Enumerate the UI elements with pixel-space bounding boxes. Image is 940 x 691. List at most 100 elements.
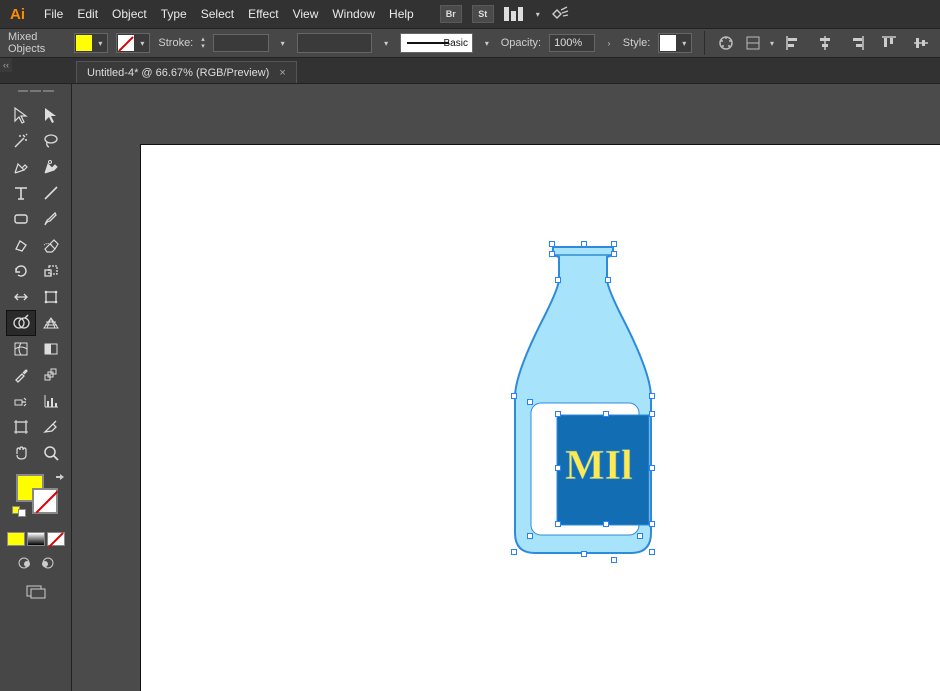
selection-handle[interactable] [605, 277, 611, 283]
selection-handle[interactable] [555, 521, 561, 527]
line-segment-tool[interactable] [36, 180, 66, 206]
selection-tool[interactable] [6, 102, 36, 128]
brush-definition-dropdown[interactable]: Basic [400, 33, 473, 53]
menu-edit[interactable]: Edit [77, 7, 98, 21]
swap-fill-stroke-icon[interactable] [54, 472, 68, 486]
color-mode-none-icon[interactable] [47, 532, 65, 546]
chevron-down-icon[interactable]: ▾ [481, 34, 493, 52]
color-mode-color-icon[interactable] [7, 532, 25, 546]
stroke-width-dropdown-icon[interactable]: ▾ [277, 34, 289, 52]
screen-mode-icon[interactable] [26, 585, 46, 602]
arrow-down-icon[interactable]: ▾ [201, 43, 205, 50]
selection-handle[interactable] [649, 465, 655, 471]
stroke-width-stepper[interactable]: ▴ ▾ [201, 34, 205, 52]
menu-view[interactable]: View [293, 7, 319, 21]
bridge-launch-icon[interactable]: Br [440, 5, 462, 23]
scale-tool[interactable] [36, 258, 66, 284]
variable-width-profile-dropdown[interactable] [297, 33, 373, 53]
column-graph-tool[interactable] [36, 388, 66, 414]
align-right-icon[interactable] [846, 32, 868, 54]
selection-handle[interactable] [603, 411, 609, 417]
artboard[interactable]: MIl [140, 144, 940, 691]
stock-launch-icon[interactable]: St [472, 5, 494, 23]
blend-tool[interactable] [36, 362, 66, 388]
draw-normal-icon[interactable] [17, 556, 33, 573]
menu-help[interactable]: Help [389, 7, 414, 21]
direct-selection-tool[interactable] [36, 102, 66, 128]
selection-handle[interactable] [581, 241, 587, 247]
arrange-documents-icon[interactable] [504, 7, 526, 21]
chevron-down-icon[interactable]: ▾ [380, 34, 392, 52]
collapse-dock-icon[interactable]: ‹‹ [0, 58, 12, 72]
selection-handle[interactable] [527, 399, 533, 405]
selection-handle[interactable] [649, 411, 655, 417]
selection-handle[interactable] [581, 551, 587, 557]
selection-handle[interactable] [527, 533, 533, 539]
zoom-tool[interactable] [36, 440, 66, 466]
menu-select[interactable]: Select [201, 7, 234, 21]
magic-wand-tool[interactable] [6, 128, 36, 154]
perspective-grid-tool[interactable] [36, 310, 66, 336]
rotate-tool[interactable] [6, 258, 36, 284]
selection-handle[interactable] [611, 557, 617, 563]
selection-handle[interactable] [649, 521, 655, 527]
selection-handle[interactable] [555, 465, 561, 471]
stroke-color-dropdown[interactable]: ▾ [116, 33, 150, 53]
hand-tool[interactable] [6, 440, 36, 466]
color-mode-gradient-icon[interactable] [27, 532, 45, 546]
selection-handle[interactable] [649, 393, 655, 399]
stroke-swatch[interactable] [32, 488, 58, 514]
menu-window[interactable]: Window [332, 7, 375, 21]
slice-tool[interactable] [36, 414, 66, 440]
eraser-tool[interactable] [36, 232, 66, 258]
arrange-dropdown-icon[interactable]: ▾ [536, 10, 540, 19]
selection-handle[interactable] [555, 277, 561, 283]
shaper-tool[interactable] [6, 232, 36, 258]
selection-handle[interactable] [611, 251, 617, 257]
width-tool[interactable] [6, 284, 36, 310]
graphic-style-dropdown[interactable]: ▾ [658, 33, 692, 53]
free-transform-tool[interactable] [36, 284, 66, 310]
selection-handle[interactable] [611, 241, 617, 247]
menu-type[interactable]: Type [161, 7, 187, 21]
selection-handle[interactable] [549, 251, 555, 257]
document-tab[interactable]: Untitled-4* @ 66.67% (RGB/Preview) × [76, 61, 297, 83]
symbol-sprayer-tool[interactable] [6, 388, 36, 414]
align-hcenter-icon[interactable] [814, 32, 836, 54]
fill-color-dropdown[interactable]: ▾ [74, 33, 108, 53]
arrow-up-icon[interactable]: ▴ [201, 36, 205, 43]
selection-handle[interactable] [511, 549, 517, 555]
eyedropper-tool[interactable] [6, 362, 36, 388]
menu-effect[interactable]: Effect [248, 7, 278, 21]
menu-object[interactable]: Object [112, 7, 147, 21]
selection-handle[interactable] [637, 533, 643, 539]
opacity-dropdown-icon[interactable]: › [603, 34, 615, 52]
stroke-width-input[interactable] [213, 34, 269, 52]
menu-file[interactable]: File [44, 7, 63, 21]
mesh-tool[interactable] [6, 336, 36, 362]
selection-handle[interactable] [511, 393, 517, 399]
artwork-bottle[interactable]: MIl [503, 237, 663, 567]
canvas-area[interactable]: MIl [72, 84, 940, 691]
pen-tool[interactable] [6, 154, 36, 180]
align-panel-icon[interactable] [744, 32, 762, 54]
selection-handle[interactable] [549, 241, 555, 247]
draw-behind-icon[interactable] [39, 556, 55, 573]
gpu-preview-icon[interactable] [550, 4, 570, 24]
selection-handle[interactable] [603, 521, 609, 527]
rectangle-tool[interactable] [6, 206, 36, 232]
align-top-icon[interactable] [878, 32, 900, 54]
selection-handle[interactable] [649, 549, 655, 555]
panel-drag-handle-icon[interactable] [18, 90, 54, 96]
default-fill-stroke-icon[interactable] [12, 506, 26, 520]
align-left-icon[interactable] [782, 32, 804, 54]
type-tool[interactable] [6, 180, 36, 206]
align-vcenter-icon[interactable] [910, 32, 932, 54]
close-tab-icon[interactable]: × [279, 67, 285, 79]
gradient-tool[interactable] [36, 336, 66, 362]
selection-handle[interactable] [555, 411, 561, 417]
recolor-artwork-icon[interactable] [717, 32, 735, 54]
opacity-input[interactable] [549, 34, 595, 52]
paintbrush-tool[interactable] [36, 206, 66, 232]
fill-stroke-control[interactable] [14, 474, 58, 514]
